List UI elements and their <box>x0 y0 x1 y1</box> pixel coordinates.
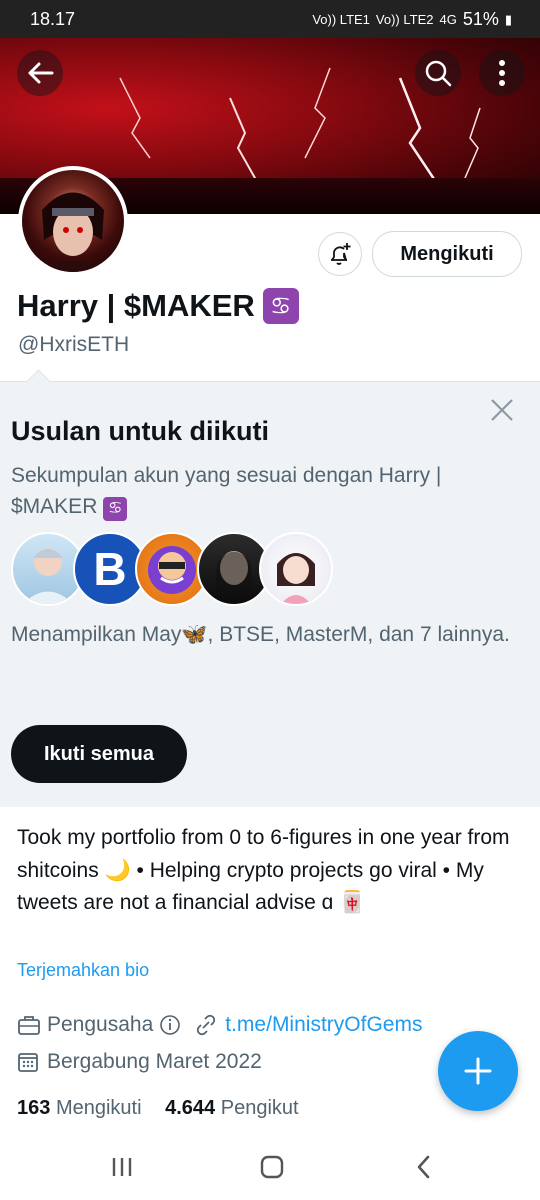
more-vertical-icon <box>499 60 505 86</box>
link-icon <box>197 1014 216 1036</box>
cancer-zodiac-icon: ♋ <box>103 496 128 521</box>
battery-icon: ▮ <box>504 11 512 27</box>
profession-label: Pengusaha <box>47 1013 154 1036</box>
chevron-left-icon <box>417 1155 430 1179</box>
followers-count-link[interactable]: 4.644 Pengikut <box>165 1097 298 1119</box>
follow-counts: 163 Mengikuti 4.644 Pengikut <box>17 1097 299 1120</box>
briefcase-icon <box>18 1016 40 1035</box>
profile-meta-row: Pengusaha t.me/MinistryOfGems <box>17 1013 422 1037</box>
suggested-avatars[interactable]: B <box>11 532 333 612</box>
network-type: 4G <box>439 12 457 27</box>
status-icons: Vo)) LTE1 Vo)) LTE2 4G 51% ▮ <box>312 9 512 30</box>
suggestions-title: Usulan untuk diikuti <box>11 416 270 446</box>
followers-count: 4.644 <box>165 1097 216 1119</box>
following-button[interactable]: Mengikuti <box>372 231 522 277</box>
bell-plus-icon <box>331 243 351 265</box>
profile-bio: Took my portfolio from 0 to 6-figures in… <box>17 826 510 914</box>
joined-row: Bergabung Maret 2022 <box>17 1050 262 1074</box>
sim2-signal: Vo)) LTE2 <box>375 12 434 27</box>
profile-handle: @HxrisETH <box>18 333 130 356</box>
joined-date: Bergabung Maret 2022 <box>47 1050 262 1073</box>
btse-letter: B <box>93 543 127 595</box>
close-icon[interactable] <box>490 398 514 422</box>
follow-all-button[interactable]: Ikuti semua <box>11 725 187 783</box>
profile-name-row: Harry | $MAKER ♋ <box>17 288 299 324</box>
translate-bio-link[interactable]: Terjemahkan bio <box>17 960 149 981</box>
profile-avatar[interactable] <box>18 166 128 276</box>
calendar-icon <box>18 1053 38 1072</box>
home-icon <box>260 1155 284 1179</box>
profile-link[interactable]: t.me/MinistryOfGems <box>225 1013 422 1037</box>
battery-level: 51% <box>462 9 499 29</box>
compose-tweet-button[interactable] <box>438 1031 518 1111</box>
avatar-illustration <box>32 192 114 272</box>
suggestions-description-text: Sekumpulan akun yang sesuai dengan Harry… <box>11 464 442 518</box>
notification-bell-button[interactable] <box>318 232 362 276</box>
back-button[interactable] <box>17 50 63 96</box>
info-icon[interactable] <box>159 1014 181 1036</box>
suggestions-shown-text: Menampilkan May🦋, BTSE, MasterM, dan 7 l… <box>11 623 510 646</box>
followers-label: Pengikut <box>220 1097 299 1119</box>
plus-icon <box>464 1057 492 1085</box>
yalli-avatar[interactable] <box>259 532 333 606</box>
recent-apps-button[interactable] <box>102 1151 142 1183</box>
recent-apps-icon <box>112 1158 132 1176</box>
status-bar: 18.17 Vo)) LTE1 Vo)) LTE2 4G 51% ▮ <box>0 0 540 38</box>
sim1-signal: Vo)) LTE1 <box>312 12 370 27</box>
cancer-zodiac-icon: ♋ <box>262 288 299 324</box>
following-count: 163 <box>17 1097 51 1119</box>
home-button[interactable] <box>252 1151 292 1183</box>
status-time: 18.17 <box>30 9 76 29</box>
back-arrow-icon <box>28 62 54 84</box>
follow-suggestions-panel: Usulan untuk diikuti Sekumpulan akun yan… <box>0 369 540 807</box>
panel-notch <box>26 369 51 394</box>
android-navigation-bar <box>0 1135 540 1200</box>
suggestions-description: Sekumpulan akun yang sesuai dengan Harry… <box>11 460 511 522</box>
profile-name: Harry | $MAKER <box>17 288 255 323</box>
following-count-link[interactable]: 163 Mengikuti <box>17 1097 142 1119</box>
following-label: Mengikuti <box>55 1097 142 1119</box>
more-options-button[interactable] <box>479 50 525 96</box>
system-back-button[interactable] <box>404 1151 444 1183</box>
search-icon <box>425 60 452 87</box>
search-button[interactable] <box>415 50 461 96</box>
